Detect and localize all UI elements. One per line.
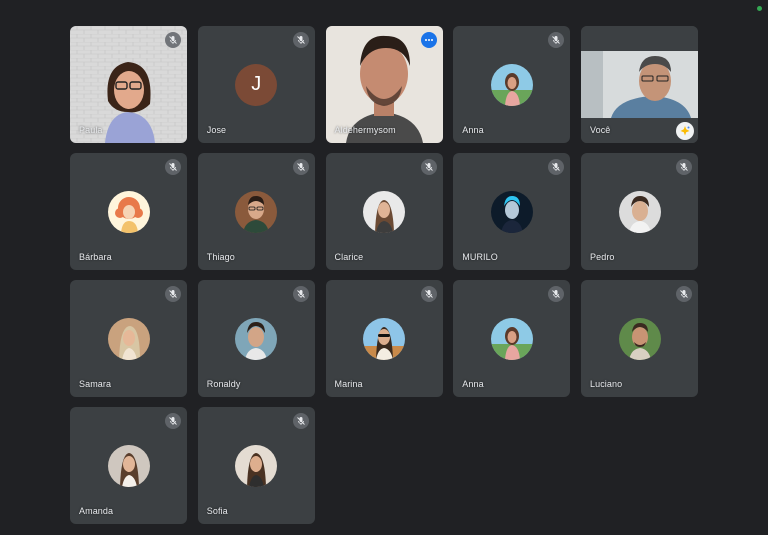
participant-tile-murilo[interactable]: MURILO [453,153,571,270]
mic-off-icon [548,159,565,175]
avatar [235,444,278,487]
participant-name: MURILO [462,252,498,262]
mic-off-icon [292,413,309,429]
more-options-icon[interactable] [420,32,437,48]
participant-name: Samara [79,379,112,389]
mic-off-icon [676,159,692,175]
participant-tile-thiago[interactable]: Thiago [197,153,315,270]
participant-tile-jose[interactable]: J Jose [197,26,315,143]
participant-name: Aldehermysom [334,125,396,135]
participant-tile-anna-2[interactable]: Anna [453,280,571,397]
avatar [490,190,533,233]
mic-off-icon [548,32,565,48]
mic-off-icon [165,159,181,175]
participant-tile-marina[interactable]: Marina [325,280,443,397]
mic-off-icon [676,286,692,302]
participant-name: Amanda [79,506,114,516]
participant-tile-ronaldy[interactable]: Ronaldy [197,280,315,397]
mic-off-icon [165,286,181,302]
participant-name: Jose [206,125,227,135]
participant-tile-paula[interactable]: Paula [70,26,187,143]
avatar [618,190,661,233]
participant-name: Anna [462,125,484,135]
avatar [235,190,278,233]
avatar [107,444,150,487]
participant-name: Você [590,125,611,135]
participant-name: Clarice [334,252,364,262]
participant-name: Pedro [590,252,615,262]
avatar [107,190,150,233]
participant-tile-sofia[interactable]: Sofia [197,407,315,524]
avatar [618,317,661,360]
participant-tile-luciano[interactable]: Luciano [581,280,698,397]
mic-off-icon [292,159,309,175]
participant-tile-barbara[interactable]: Bárbara [70,153,187,270]
participant-grid: Paula J Jose Aldehermysom Anna Você Bárb… [70,26,698,524]
mic-off-icon [420,159,437,175]
connection-status-indicator [757,6,762,11]
participant-tile-samara[interactable]: Samara [70,280,187,397]
participant-tile-amanda[interactable]: Amanda [70,407,187,524]
avatar [107,317,150,360]
mic-off-icon [292,286,309,302]
visual-effects-icon[interactable] [676,122,694,140]
participant-name: Sofia [206,506,228,516]
participant-name: Marina [334,379,363,389]
avatar: J [235,63,278,106]
participant-name: Ronaldy [206,379,241,389]
participant-tile-clarice[interactable]: Clarice [325,153,443,270]
participant-name: Paula [79,125,103,135]
participant-name: Bárbara [79,252,112,262]
mic-off-icon [420,286,437,302]
participant-tile-pedro[interactable]: Pedro [581,153,698,270]
participant-name: Luciano [590,379,623,389]
participant-tile-aldehermysom[interactable]: Aldehermysom [325,26,443,143]
participant-name: Thiago [206,252,235,262]
avatar [490,317,533,360]
avatar [490,63,533,106]
mic-off-icon [165,413,181,429]
participant-tile-anna[interactable]: Anna [453,26,571,143]
mic-off-icon [548,286,565,302]
participant-tile-self[interactable]: Você [581,26,698,143]
avatar [363,317,405,360]
avatar [235,317,278,360]
participant-name: Anna [462,379,484,389]
avatar [363,190,405,233]
mic-off-icon [165,32,181,48]
mic-off-icon [292,32,309,48]
